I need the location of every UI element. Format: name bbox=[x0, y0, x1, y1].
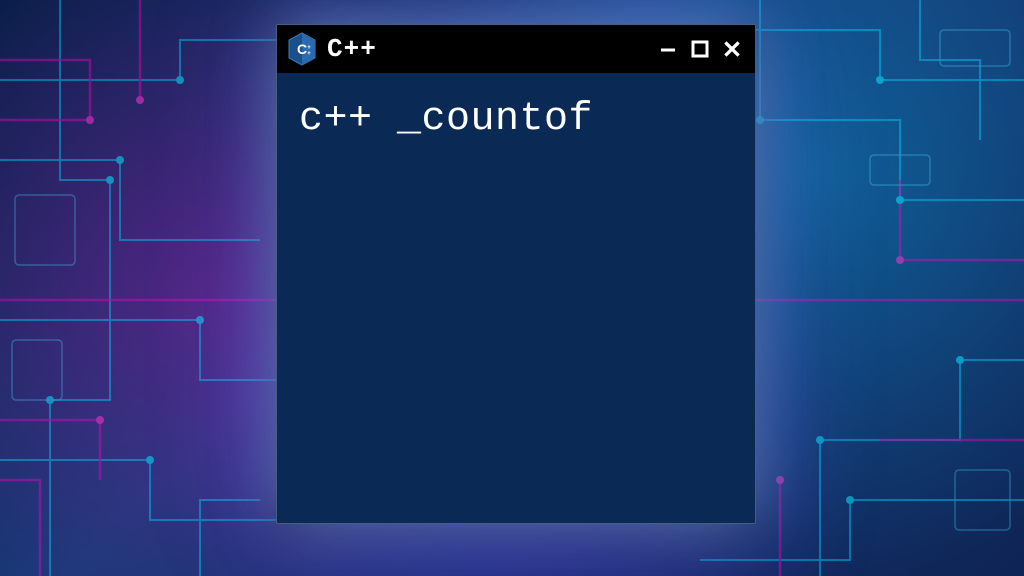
titlebar[interactable]: C + + C++ bbox=[277, 25, 755, 73]
svg-text:C: C bbox=[297, 41, 307, 57]
terminal-window: C + + C++ c++ _countof bbox=[276, 24, 756, 524]
window-controls bbox=[655, 36, 745, 62]
minimize-button[interactable] bbox=[655, 36, 681, 62]
cpp-logo-icon: C + + bbox=[287, 32, 317, 66]
close-button[interactable] bbox=[719, 36, 745, 62]
window-title: C++ bbox=[327, 34, 645, 64]
svg-text:+: + bbox=[307, 51, 311, 57]
code-text: c++ _countof bbox=[299, 97, 733, 142]
maximize-button[interactable] bbox=[687, 36, 713, 62]
terminal-content: c++ _countof bbox=[277, 73, 755, 166]
